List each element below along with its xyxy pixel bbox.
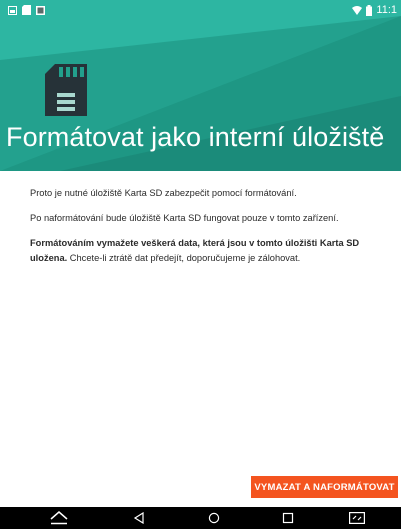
page-title: Formátovat jako interní úložiště (6, 122, 385, 152)
content: Proto je nutné úložiště Karta SD zabezpe… (30, 186, 392, 276)
back-icon (133, 512, 144, 524)
status-bar: 11:1 (0, 0, 401, 22)
home-nav-button[interactable] (41, 507, 77, 529)
erase-and-format-button[interactable]: VYMAZAT A NAFORMÁTOVAT (251, 476, 398, 498)
paragraph-3: Formátováním vymažete veškerá data, kter… (30, 236, 392, 266)
recents-icon (282, 512, 294, 524)
header: 11:1 Formátovat jako interní úložiště (0, 0, 401, 171)
status-left-icons (8, 5, 45, 15)
recents-nav-button[interactable] (270, 507, 306, 529)
status-right-icons: 11:1 (352, 4, 397, 16)
home-circle-nav-button[interactable] (196, 507, 232, 529)
paragraph-1: Proto je nutné úložiště Karta SD zabezpe… (30, 188, 297, 198)
back-nav-button[interactable] (121, 507, 157, 529)
photo-icon (36, 5, 45, 15)
battery-icon (366, 4, 373, 16)
sd-card-status-icon (22, 5, 31, 15)
navigation-bar (0, 507, 401, 529)
image-icon (8, 5, 17, 15)
screen: 11:1 Formátovat jako interní úložiště Pr… (0, 0, 401, 529)
screenshot-nav-button[interactable] (339, 507, 375, 529)
home-icon (50, 511, 68, 525)
backup-advice-text: Chcete-li ztrátě dat předejít, doporučuj… (67, 253, 301, 263)
screenshot-icon (349, 512, 365, 524)
sd-card-icon (45, 64, 87, 116)
wifi-icon (352, 5, 363, 15)
circle-home-icon (208, 512, 220, 524)
status-time: 11:1 (376, 4, 397, 16)
paragraph-2: Po naformátování bude úložiště Karta SD … (30, 213, 339, 223)
